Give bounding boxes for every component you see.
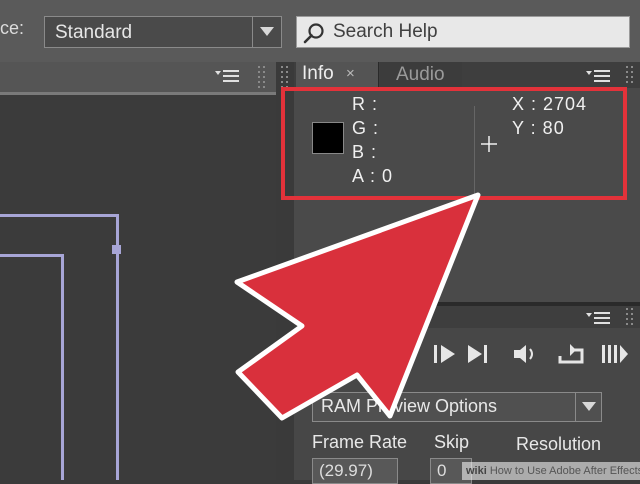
- red-pointer-arrow-icon: [234, 192, 481, 421]
- watermark-text: How to Use Adobe After Effects: [489, 465, 640, 477]
- watermark-site: wiki: [466, 465, 487, 477]
- watermark: wiki How to Use Adobe After Effects: [462, 462, 640, 480]
